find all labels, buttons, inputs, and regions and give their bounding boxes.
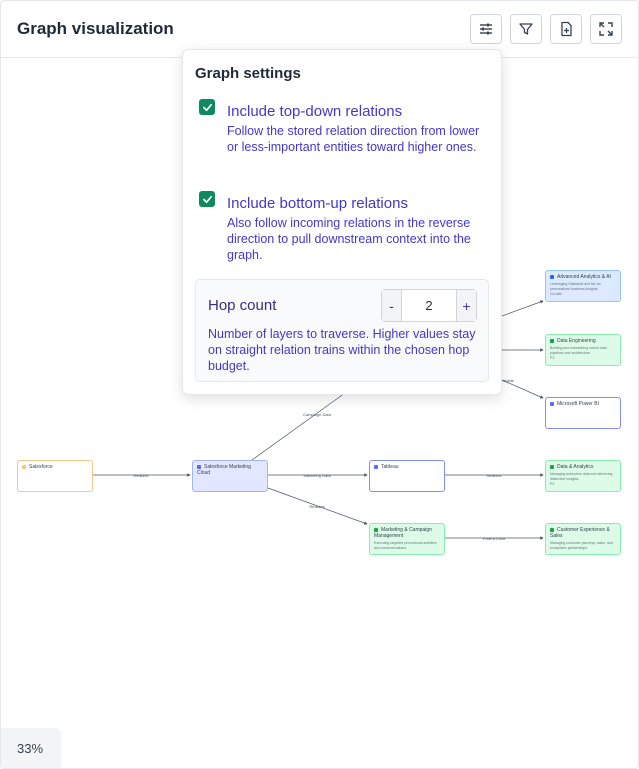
node-type-icon xyxy=(550,338,554,343)
hop-count-label: Hop count xyxy=(208,297,277,314)
node-title: Tableau xyxy=(381,464,399,470)
hop-increment-button[interactable]: + xyxy=(457,290,476,321)
bottom-up-label[interactable]: Include bottom-up relations xyxy=(227,195,408,212)
node-type-icon xyxy=(197,464,201,469)
node-description: Building and maintaining robust data pip… xyxy=(550,346,607,355)
expand-icon xyxy=(599,22,613,36)
node-sfmc[interactable]: Salesforce Marketing Cloud xyxy=(192,460,268,492)
fullscreen-button[interactable] xyxy=(590,14,622,44)
edge-to-aai xyxy=(501,300,544,317)
settings-sliders-button[interactable] xyxy=(470,14,502,44)
bottom-up-description: Also follow incoming relations in the re… xyxy=(227,216,471,262)
edge-label: Marketing Data xyxy=(303,473,331,478)
node-type-icon xyxy=(550,527,554,532)
node-title: Advanced Analytics & AI xyxy=(557,274,611,280)
page-title: Graph visualization xyxy=(17,19,174,38)
node-description: Managing enterprise data and delivering … xyxy=(550,472,613,481)
node-pbi[interactable]: Microsoft Power BI xyxy=(545,397,621,429)
node-type-icon xyxy=(550,274,554,279)
edge-label: Realizes xyxy=(309,504,324,509)
top-down-option: Include top-down relations Follow the st… xyxy=(199,99,489,179)
node-salesforce[interactable]: Salesforce xyxy=(17,460,93,492)
top-down-checkbox[interactable] xyxy=(199,99,215,115)
graph-settings-panel: Graph settings Include top-down relation… xyxy=(182,49,502,395)
check-icon xyxy=(202,103,212,111)
node-title: Customer Experience & Sales xyxy=(550,527,610,539)
node-badge: P3 xyxy=(550,482,555,486)
bottom-up-option: Include bottom-up relations Also follow … xyxy=(199,191,489,271)
hop-count-description: Number of layers to traverse. Higher val… xyxy=(208,327,476,373)
node-type-icon xyxy=(374,464,378,469)
hop-decrement-button[interactable]: - xyxy=(382,290,401,321)
hop-count-section: Hop count - 2 + Number of layers to trav… xyxy=(195,279,489,382)
node-badge: P3 xyxy=(550,356,555,360)
node-title: Salesforce Marketing Cloud xyxy=(197,464,251,476)
top-down-label[interactable]: Include top-down relations xyxy=(227,103,402,120)
hop-count-input[interactable]: 2 xyxy=(401,290,457,321)
sliders-icon xyxy=(480,23,492,35)
edge-label: Insights xyxy=(500,378,514,383)
file-plus-icon xyxy=(561,21,572,37)
node-title: Microsoft Power BI xyxy=(557,401,599,407)
check-icon xyxy=(202,195,212,203)
node-title: Marketing & Campaign Management xyxy=(374,527,432,539)
bottom-up-checkbox[interactable] xyxy=(199,191,215,207)
edge-label: Realizes xyxy=(133,473,148,478)
node-type-icon xyxy=(550,401,554,406)
node-badge: Go with xyxy=(550,292,562,296)
edge-label: Campaign Data xyxy=(303,412,332,417)
zoom-level: 33% xyxy=(1,728,61,768)
panel-title: Graph settings xyxy=(195,65,301,82)
hop-count-stepper: - 2 + xyxy=(381,289,477,322)
node-da[interactable]: Data & Analytics Managing enterprise dat… xyxy=(545,460,621,492)
edge-label: Realizes xyxy=(486,473,501,478)
node-title: Data Engineering xyxy=(557,338,596,344)
node-title: Data & Analytics xyxy=(557,464,594,470)
node-tableau[interactable]: Tableau xyxy=(369,460,445,492)
node-type-icon xyxy=(22,464,26,469)
filter-button[interactable] xyxy=(510,14,542,44)
node-description: Executing targeted promotional activitie… xyxy=(374,541,437,550)
node-type-icon xyxy=(374,527,378,532)
export-button[interactable] xyxy=(550,14,582,44)
edge-label: Parent-Child xyxy=(483,536,505,541)
node-mcm[interactable]: Marketing & Campaign Management Executin… xyxy=(369,523,445,555)
node-type-icon xyxy=(550,464,554,469)
node-aai[interactable]: Advanced Analytics & AI Leveraging Stati… xyxy=(545,270,621,302)
node-title: Salesforce xyxy=(29,464,53,470)
node-description: Leveraging Statistical and ML for person… xyxy=(550,282,601,291)
top-down-description: Follow the stored relation direction fro… xyxy=(227,124,480,154)
filter-icon xyxy=(519,23,533,35)
node-de[interactable]: Data Engineering Building and maintainin… xyxy=(545,334,621,366)
node-description: Managing customer journeys, sales, and e… xyxy=(550,541,613,550)
edge-sfmc-up xyxy=(251,392,346,461)
node-cxs[interactable]: Customer Experience & Sales Managing cus… xyxy=(545,523,621,555)
